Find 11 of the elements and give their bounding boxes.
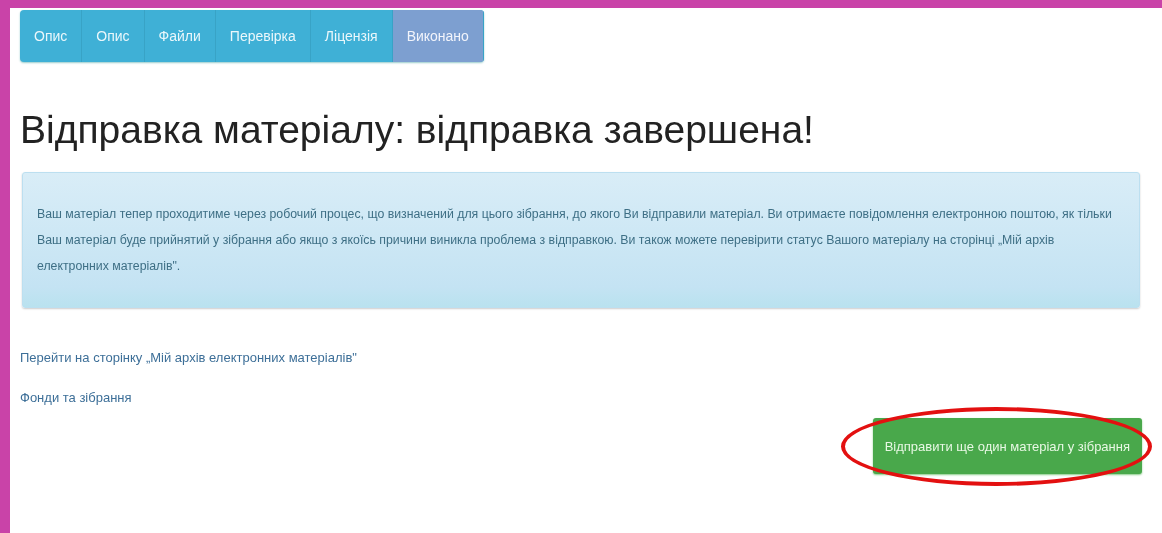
submit-another-button[interactable]: Відправити ще один матеріал у зібрання	[872, 418, 1142, 474]
info-alert: Ваш матеріал тепер проходитиме через робочий процес, що визначений для цього зібрання, до якого Ви відправили матеріал. Ви отримаєте повідомлення електронною поштою, як тільки Ваш матеріал буде прийнятий у зібрання або якщо з якоїсь причини виникла проблема з відправкою. Ви також можете перевірити статус Вашого матеріалу на сторінці „Мій архів електронних матеріалів".	[22, 172, 1140, 308]
step-tab[interactable]: Ліцензія	[310, 10, 393, 62]
page-title: Відправка матеріалу: відправка завершена!	[20, 108, 815, 152]
step-tab[interactable]: Опис	[20, 10, 83, 62]
collections-link[interactable]: Фонди та зібрання	[20, 390, 132, 405]
step-tab[interactable]: Перевірка	[215, 10, 311, 62]
archive-link[interactable]: Перейти на сторінку „Мій архів електронних матеріалів"	[20, 350, 357, 365]
step-tab[interactable]: Виконано	[392, 10, 484, 62]
step-tab[interactable]: Опис	[82, 10, 145, 62]
step-tab[interactable]: Файли	[144, 10, 216, 62]
